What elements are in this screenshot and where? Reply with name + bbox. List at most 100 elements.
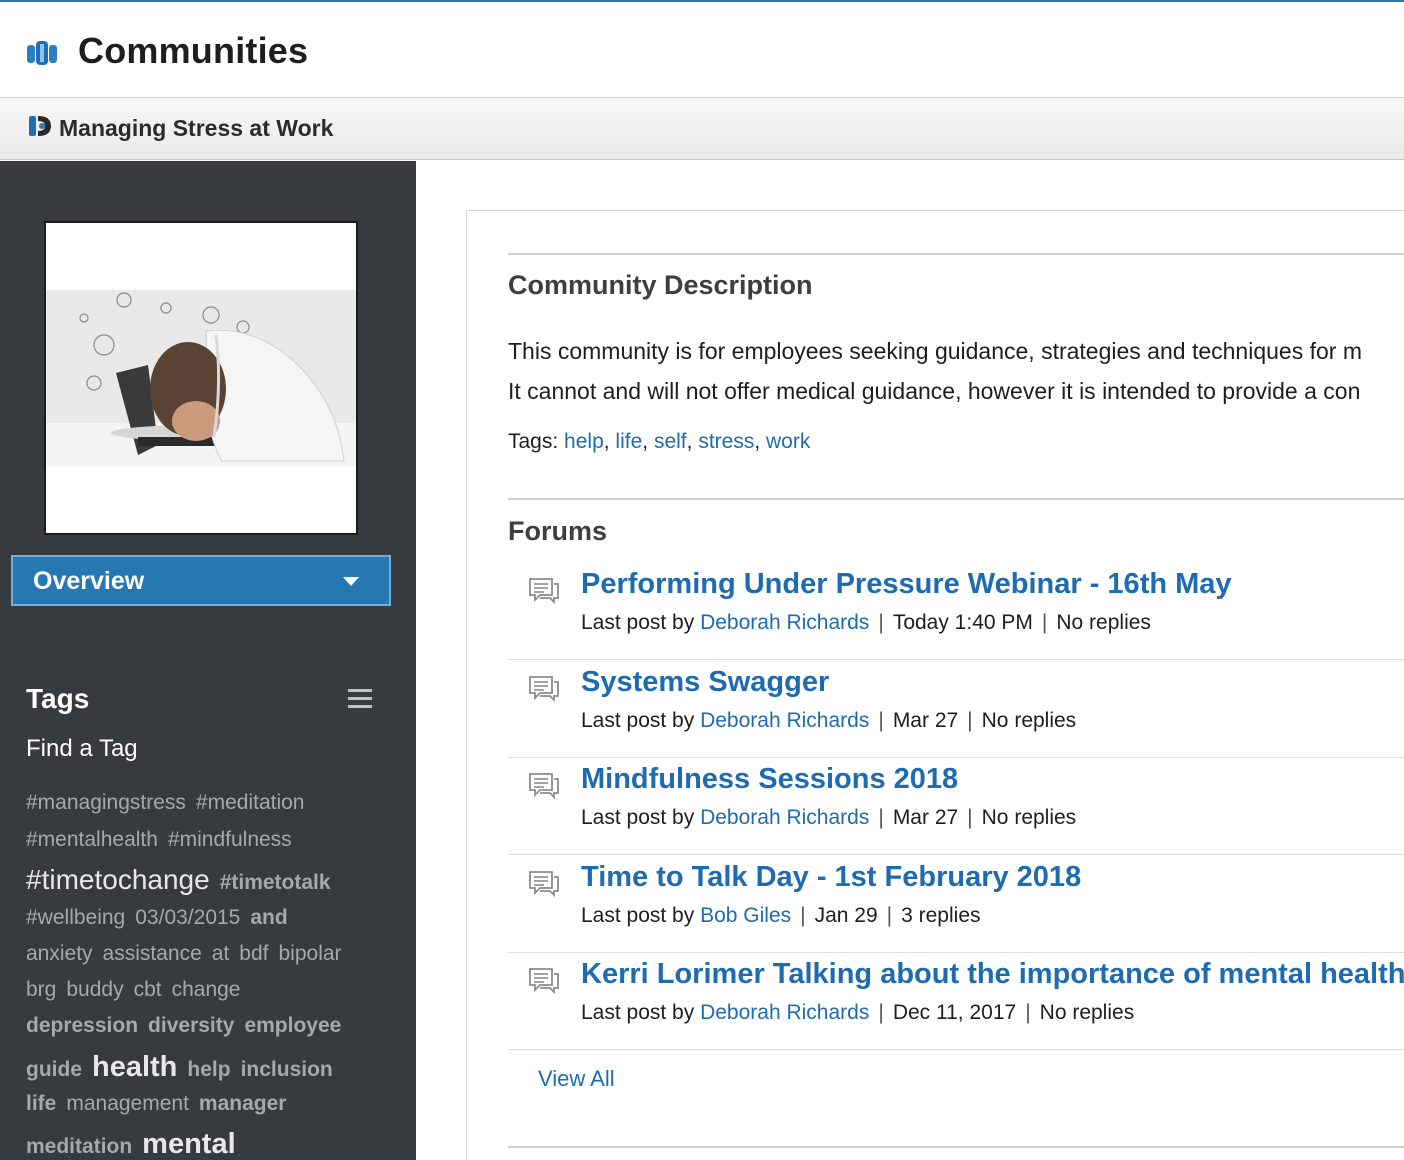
view-all-forums-link[interactable]: View All [538, 1066, 615, 1092]
reply-count: No replies [1039, 1001, 1135, 1024]
tag-link[interactable]: manager [199, 1092, 287, 1116]
tag-link[interactable]: #timetochange [26, 864, 210, 896]
tag-link[interactable]: management [66, 1092, 189, 1116]
tag-link[interactable]: anxiety [26, 942, 93, 966]
forum-topic-icon [528, 869, 560, 898]
divider [508, 498, 1404, 500]
post-date: Mar 27 [892, 709, 959, 732]
tag-link[interactable]: 03/03/2015 [135, 906, 240, 930]
tag-line: meditation mental [26, 1128, 246, 1160]
tag-link[interactable]: at [212, 942, 230, 966]
tag-link[interactable]: cbt [134, 978, 162, 1002]
post-date: Jan 29 [814, 904, 878, 927]
divider [508, 253, 1404, 255]
community-description-heading: Community Description [508, 270, 813, 300]
reply-count: No replies [981, 806, 1077, 829]
forum-meta: Last post by Deborah Richards | Dec 11, 20… [581, 1001, 1135, 1024]
description-tag-link[interactable]: self [654, 430, 687, 453]
tag-link[interactable]: #mentalhealth [26, 828, 158, 852]
last-post-label: Last post by [581, 806, 695, 829]
tag-link[interactable]: inclusion [241, 1058, 333, 1082]
tag-link[interactable]: #managingstress [26, 791, 186, 815]
tag-line: guide health help inclusion [26, 1051, 343, 1084]
find-a-tag-link[interactable]: Find a Tag [26, 735, 138, 763]
tag-link[interactable]: #mindfulness [168, 828, 292, 852]
forum-row: Mindfulness Sessions 2018 Last post by De… [508, 757, 1404, 855]
tag-link[interactable]: and [250, 906, 287, 930]
overview-nav-dropdown[interactable]: Overview [11, 555, 391, 606]
description-tag-link[interactable]: life [615, 430, 642, 453]
tag-line: #wellbeing 03/03/2015 and [26, 906, 298, 930]
tag-line: depression diversity employee [26, 1014, 351, 1038]
description-line-1: This community is for employees seeking … [508, 338, 1362, 364]
forum-topic-title[interactable]: Performing Under Pressure Webinar - 16th… [581, 568, 1232, 601]
tag-line: anxiety assistance at bdf bipolar [26, 942, 352, 966]
forum-topic-icon [528, 674, 560, 703]
author-link[interactable]: Deborah Richards [700, 806, 869, 829]
tag-line: brg buddy cbt change [26, 978, 251, 1002]
tag-link[interactable]: mental [142, 1128, 235, 1160]
last-post-label: Last post by [581, 1001, 695, 1024]
description-tag-link[interactable]: stress [698, 430, 754, 453]
tag-link[interactable]: #meditation [196, 791, 305, 815]
forum-topic-title[interactable]: Time to Talk Day - 1st February 2018 [581, 861, 1081, 894]
app-header: Communities [0, 0, 1404, 98]
tag-link[interactable]: employee [244, 1014, 341, 1038]
tag-link[interactable]: bdf [239, 942, 268, 966]
community-image [44, 221, 358, 535]
tag-link[interactable]: diversity [148, 1014, 234, 1038]
community-title[interactable]: Managing Stress at Work [59, 115, 333, 142]
post-date: Today 1:40 PM [892, 611, 1033, 634]
author-link[interactable]: Deborah Richards [700, 709, 869, 732]
last-post-label: Last post by [581, 904, 695, 927]
tag-link[interactable]: #timetotalk [220, 871, 331, 895]
description-tag-link[interactable]: help [564, 430, 604, 453]
last-post-label: Last post by [581, 611, 695, 634]
tag-link[interactable]: assistance [103, 942, 202, 966]
divider [508, 1146, 1404, 1148]
forum-topic-icon [528, 771, 560, 800]
tag-link[interactable]: change [172, 978, 241, 1002]
reply-count: 3 replies [901, 904, 981, 927]
author-link[interactable]: Deborah Richards [700, 1001, 869, 1024]
description-tag-link[interactable]: work [766, 430, 810, 453]
forum-topic-title[interactable]: Kerri Lorimer Talking about the importan… [581, 958, 1404, 991]
forum-meta: Last post by Bob Giles | Jan 29 | 3 replies [581, 904, 981, 927]
tag-link[interactable]: life [26, 1092, 56, 1116]
communities-icon [27, 41, 57, 65]
sidebar: Overview Tags Find a Tag #managingstress… [0, 161, 416, 1160]
post-date: Mar 27 [892, 806, 959, 829]
forum-meta: Last post by Deborah Richards | Mar 27 | No … [581, 806, 1077, 829]
forum-topic-icon [528, 576, 560, 605]
tag-line: #timetochange #timetotalk [26, 864, 341, 896]
forum-row: Performing Under Pressure Webinar - 16th… [508, 562, 1404, 660]
forum-row: Time to Talk Day - 1st February 2018 Last… [508, 855, 1404, 953]
author-link[interactable]: Deborah Richards [700, 611, 869, 634]
community-logo-icon [29, 116, 51, 136]
tag-link[interactable]: #wellbeing [26, 906, 125, 930]
tag-link[interactable]: depression [26, 1014, 138, 1038]
tag-link[interactable]: health [92, 1051, 177, 1084]
forums-heading: Forums [508, 516, 608, 546]
tag-line: life management manager [26, 1092, 296, 1116]
tags-heading: Tags [26, 683, 90, 714]
forum-row: Systems Swagger Last post by Deborah Rich… [508, 660, 1404, 758]
description-line-2: It cannot and will not offer medical gui… [508, 378, 1361, 404]
tag-link[interactable]: bipolar [278, 942, 341, 966]
tag-link[interactable]: help [187, 1058, 230, 1082]
reply-count: No replies [1056, 611, 1151, 634]
tags-menu-icon[interactable] [348, 689, 372, 711]
author-link[interactable]: Bob Giles [700, 904, 791, 927]
reply-count: No replies [981, 709, 1077, 732]
tag-link[interactable]: brg [26, 978, 56, 1002]
description-tags: Tags: help, life, self, stress, work [508, 430, 811, 453]
forum-row: Kerri Lorimer Talking about the importan… [508, 952, 1404, 1050]
forum-topic-title[interactable]: Systems Swagger [581, 666, 829, 699]
tag-link[interactable]: guide [26, 1058, 82, 1082]
last-post-label: Last post by [581, 709, 695, 732]
forum-topic-title[interactable]: Mindfulness Sessions 2018 [581, 763, 958, 796]
community-bar: Managing Stress at Work [0, 98, 1404, 160]
tag-link[interactable]: buddy [66, 978, 123, 1002]
tag-line: #managingstress #meditation [26, 791, 315, 815]
tag-link[interactable]: meditation [26, 1135, 132, 1159]
